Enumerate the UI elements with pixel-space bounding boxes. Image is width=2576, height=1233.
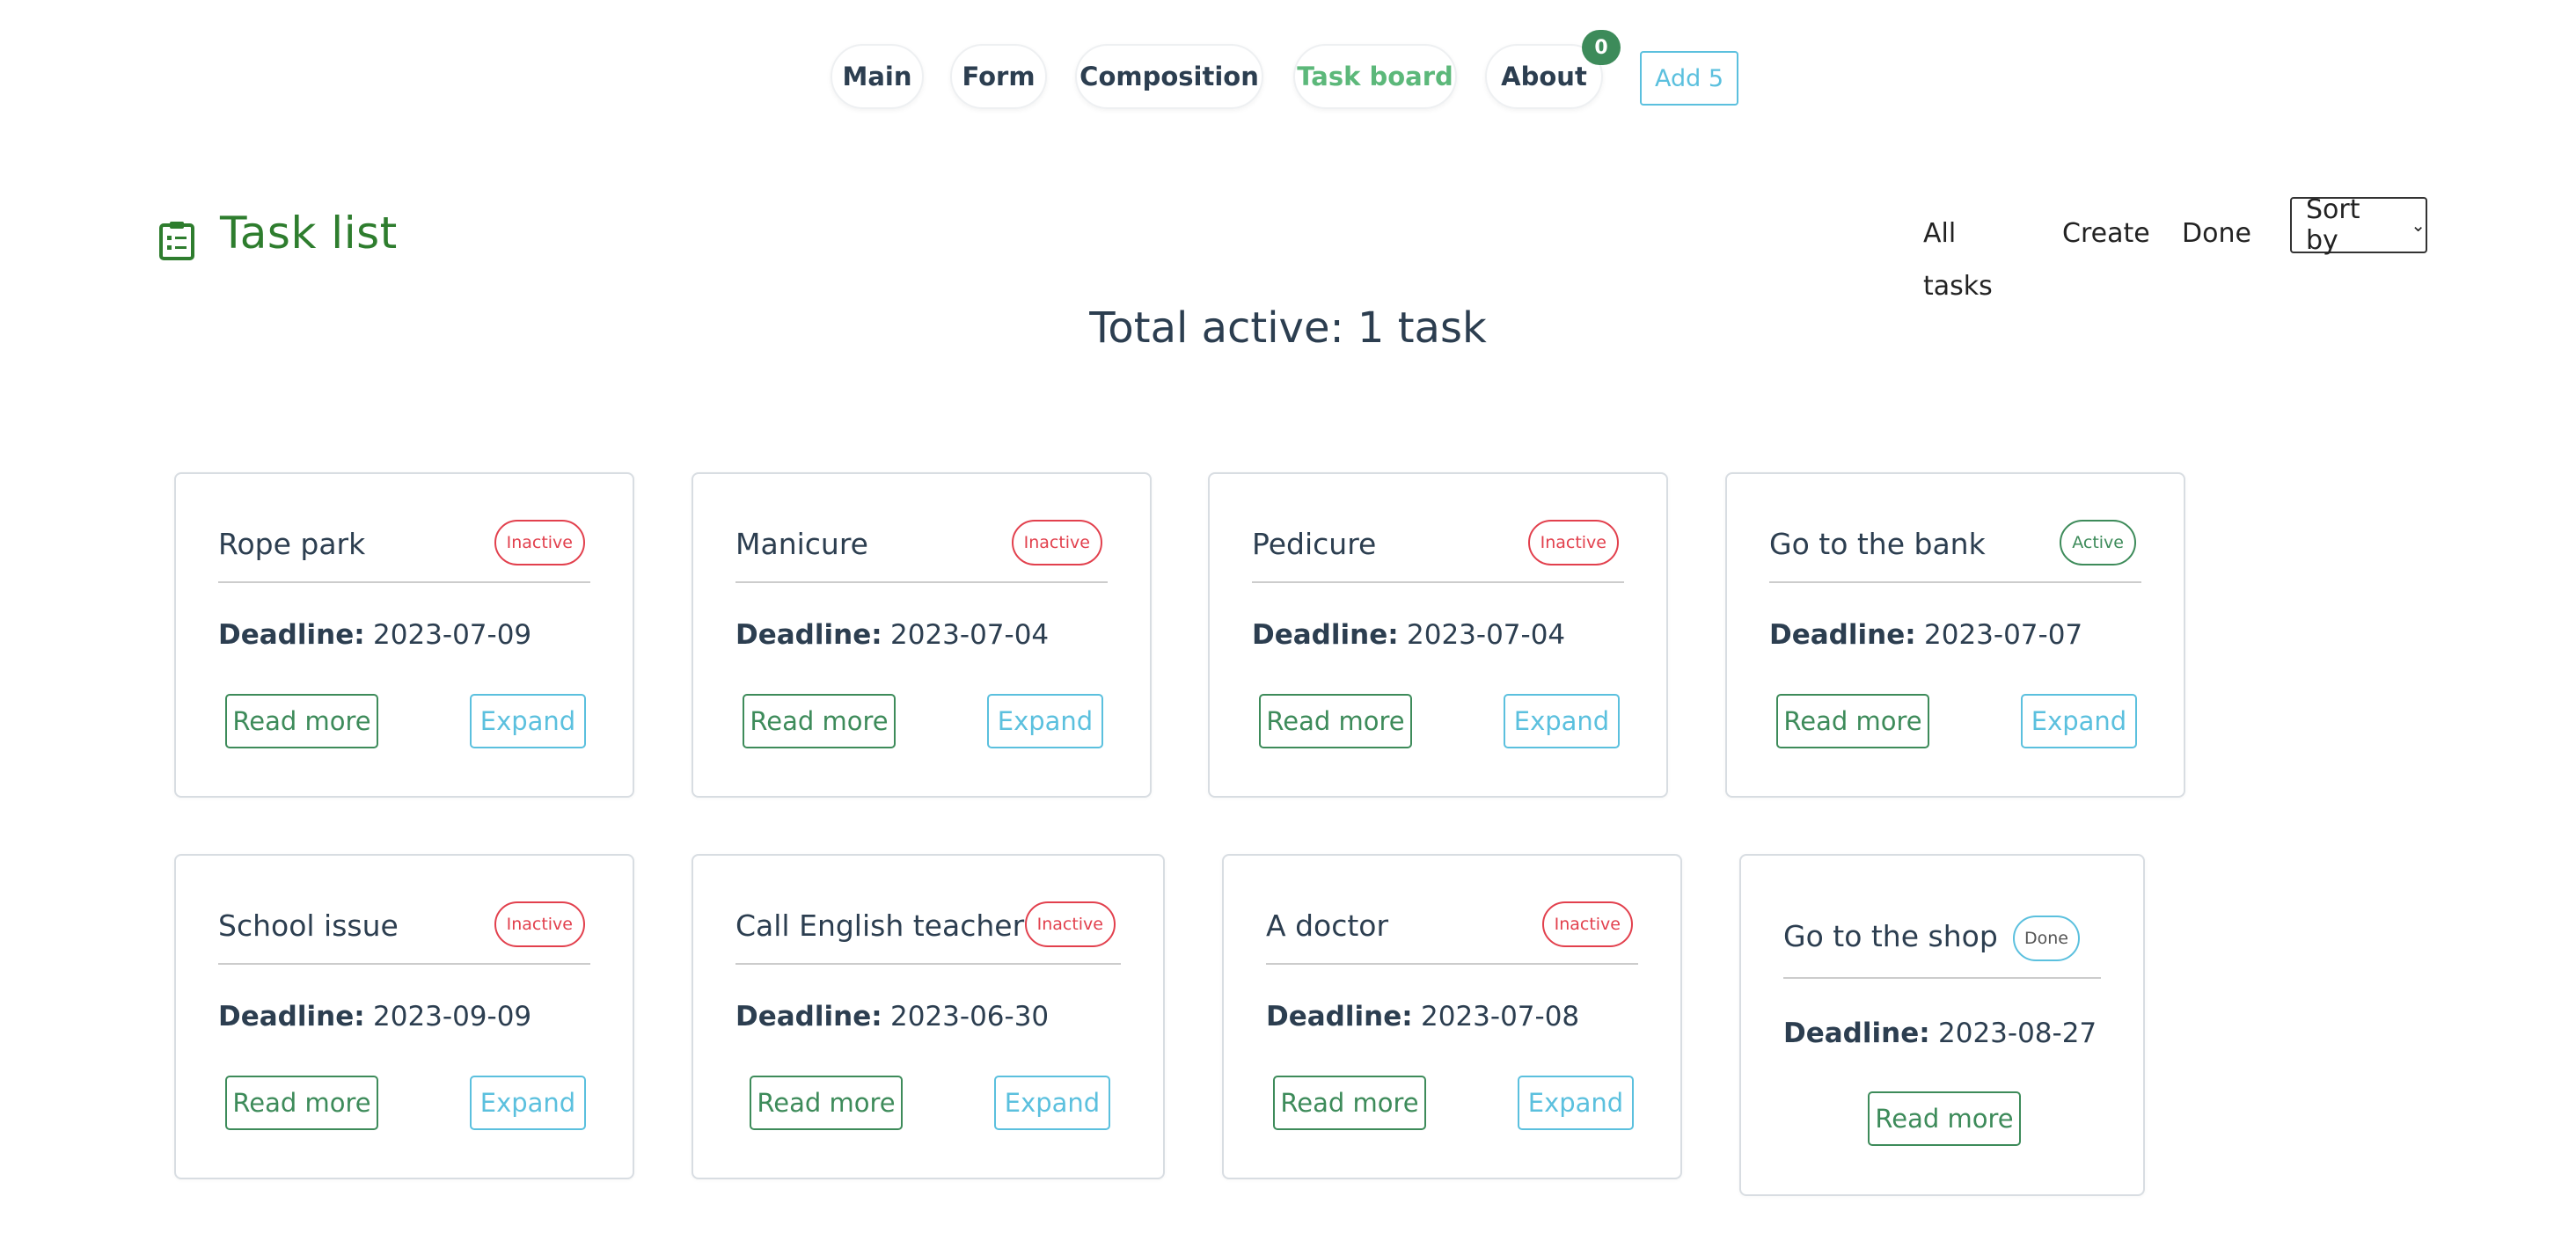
deadline-label: Deadline: — [1252, 619, 1399, 651]
read-more-button[interactable]: Read more — [743, 694, 896, 748]
expand-button[interactable]: Expand — [1518, 1076, 1634, 1130]
status-badge: Inactive — [1011, 520, 1102, 565]
status-badge: Inactive — [494, 901, 585, 947]
deadline-value: 2023-08-27 — [1938, 1018, 2097, 1049]
task-card: Go to the shop Done Deadline: 2023-08-27 … — [1739, 854, 2145, 1196]
status-badge: Inactive — [1541, 901, 1633, 947]
read-more-button[interactable]: Read more — [225, 1076, 378, 1130]
deadline-label: Deadline: — [1769, 619, 1916, 651]
expand-button[interactable]: Expand — [994, 1076, 1110, 1130]
read-more-button[interactable]: Read more — [1776, 694, 1929, 748]
create-link[interactable]: Create — [2062, 208, 2150, 260]
expand-button[interactable]: Expand — [1504, 694, 1620, 748]
task-card-header: Pedicure Inactive — [1252, 520, 1624, 583]
status-badge: Inactive — [494, 520, 585, 565]
task-card-header: A doctor Inactive — [1266, 901, 1638, 965]
status-badge: Inactive — [1024, 901, 1116, 947]
expand-button[interactable]: Expand — [470, 694, 586, 748]
deadline-value: 2023-07-08 — [1421, 1001, 1580, 1032]
deadline-label: Deadline: — [1783, 1018, 1930, 1049]
nav-form[interactable]: Form — [950, 44, 1047, 109]
read-more-button[interactable]: Read more — [1868, 1091, 2021, 1146]
nav-composition[interactable]: Composition — [1075, 44, 1263, 109]
deadline-label: Deadline: — [218, 1001, 365, 1032]
status-badge: Done — [2013, 916, 2080, 961]
task-card-header: Rope park Inactive — [218, 520, 590, 583]
task-card: Pedicure Inactive Deadline: 2023-07-04 Re… — [1208, 472, 1668, 798]
clipboard-icon — [159, 222, 194, 260]
task-card-header: Manicure Inactive — [735, 520, 1108, 583]
done-link[interactable]: Done — [2182, 208, 2251, 260]
task-deadline: Deadline: 2023-07-04 — [735, 619, 1049, 651]
status-badge: Active — [2060, 520, 2136, 565]
task-deadline: Deadline: 2023-07-08 — [1266, 1001, 1579, 1032]
task-card: School issue Inactive Deadline: 2023-09-0… — [174, 854, 634, 1179]
nav-main[interactable]: Main — [831, 44, 924, 109]
task-card-header: Go to the bank Active — [1769, 520, 2141, 583]
nav-about-label: About — [1501, 62, 1587, 91]
read-more-button[interactable]: Read more — [750, 1076, 903, 1130]
task-title: Go to the bank — [1769, 527, 1986, 561]
expand-button[interactable]: Expand — [987, 694, 1103, 748]
task-deadline: Deadline: 2023-07-04 — [1252, 619, 1565, 651]
task-deadline: Deadline: 2023-09-09 — [218, 1001, 531, 1032]
task-card: Call English teacher Inactive Deadline: 2… — [692, 854, 1165, 1179]
deadline-value: 2023-07-04 — [890, 619, 1050, 651]
deadline-value: 2023-07-07 — [1924, 619, 2083, 651]
read-more-button[interactable]: Read more — [1273, 1076, 1426, 1130]
nav-task-board[interactable]: Task board — [1293, 44, 1457, 109]
task-deadline: Deadline: 2023-07-09 — [218, 619, 531, 651]
nav-about[interactable]: About 0 — [1485, 30, 1621, 109]
task-title: Call English teacher — [735, 908, 1025, 943]
task-title: A doctor — [1266, 908, 1389, 943]
task-deadline: Deadline: 2023-06-30 — [735, 1001, 1049, 1032]
task-deadline: Deadline: 2023-07-07 — [1769, 619, 2082, 651]
task-title: School issue — [218, 908, 399, 943]
expand-button[interactable]: Expand — [2021, 694, 2137, 748]
page-title: Task list — [220, 208, 398, 259]
add-5-button[interactable]: Add 5 — [1640, 51, 1738, 106]
deadline-value: 2023-07-04 — [1407, 619, 1566, 651]
sort-by-label: Sort by — [2306, 194, 2360, 256]
task-card: Go to the bank Active Deadline: 2023-07-0… — [1725, 472, 2185, 798]
deadline-value: 2023-06-30 — [890, 1001, 1050, 1032]
top-nav: Main Form Composition Task board About 0… — [0, 30, 2576, 114]
deadline-label: Deadline: — [735, 619, 882, 651]
sort-by-select[interactable]: Sort by ⌄ — [2290, 194, 2427, 256]
task-card: Manicure Inactive Deadline: 2023-07-04 Re… — [692, 472, 1152, 798]
expand-button[interactable]: Expand — [470, 1076, 586, 1130]
task-card-header: Call English teacher Inactive — [735, 901, 1121, 965]
about-count-badge: 0 — [1582, 30, 1621, 65]
total-active-summary: Total active: 1 task — [1089, 303, 1487, 353]
task-deadline: Deadline: 2023-08-27 — [1783, 1018, 2097, 1049]
all-tasks-link[interactable]: All tasks — [1923, 208, 1993, 302]
read-more-button[interactable]: Read more — [225, 694, 378, 748]
task-card: A doctor Inactive Deadline: 2023-07-08 Re… — [1222, 854, 1682, 1179]
task-title: Go to the shop — [1783, 919, 1998, 953]
task-title: Rope park — [218, 527, 366, 561]
deadline-label: Deadline: — [218, 619, 365, 651]
status-badge: Inactive — [1527, 520, 1619, 565]
task-title: Pedicure — [1252, 527, 1377, 561]
chevron-down-icon: ⌄ — [2411, 215, 2426, 236]
task-card: Rope park Inactive Deadline: 2023-07-09 R… — [174, 472, 634, 798]
read-more-button[interactable]: Read more — [1259, 694, 1412, 748]
task-card-header: Go to the shop Done — [1783, 916, 2101, 979]
task-title: Manicure — [735, 527, 868, 561]
deadline-label: Deadline: — [1266, 1001, 1413, 1032]
deadline-label: Deadline: — [735, 1001, 882, 1032]
deadline-value: 2023-07-09 — [373, 619, 532, 651]
deadline-value: 2023-09-09 — [373, 1001, 532, 1032]
task-card-header: School issue Inactive — [218, 901, 590, 965]
